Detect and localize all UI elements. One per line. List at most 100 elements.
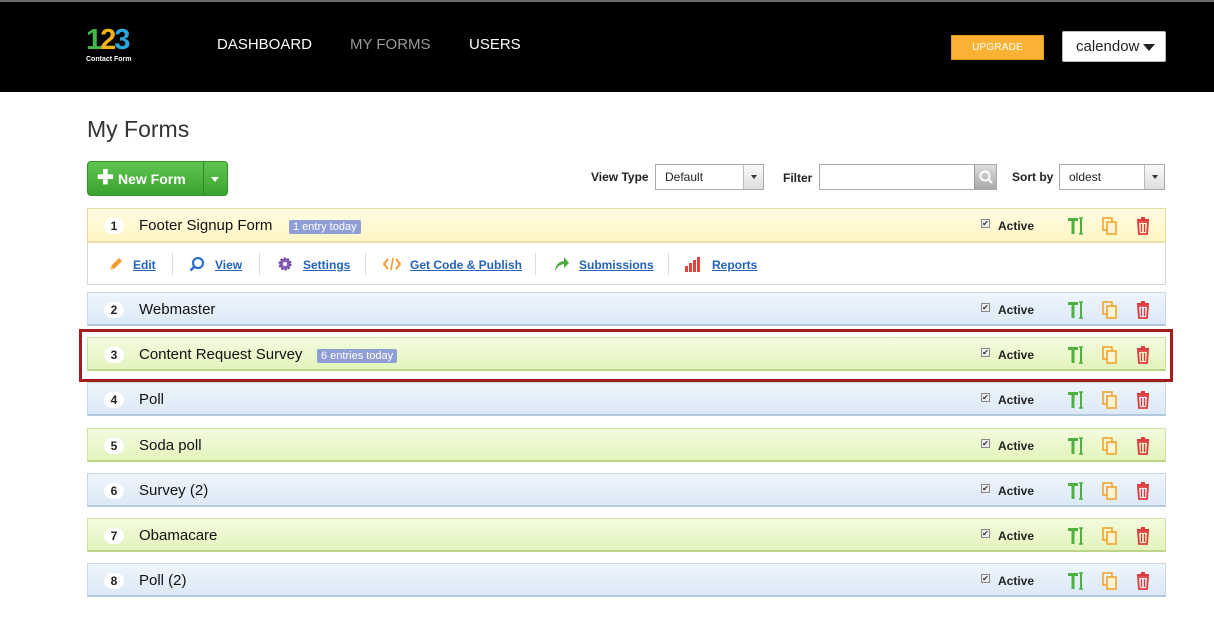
active-checkbox[interactable]: ✔ xyxy=(981,529,990,538)
active-checkbox[interactable]: ✔ xyxy=(981,439,990,448)
trash-icon[interactable] xyxy=(1134,436,1152,456)
select-arrow-icon[interactable] xyxy=(1144,165,1164,189)
action-view-link[interactable]: View xyxy=(215,258,242,272)
select-arrow-icon[interactable] xyxy=(743,165,763,189)
new-form-button[interactable]: ✚ New Form xyxy=(87,161,228,196)
action-edit-link[interactable]: Edit xyxy=(133,258,156,272)
trash-icon[interactable] xyxy=(1134,390,1152,410)
form-number: 4 xyxy=(104,392,124,408)
action-reports-link[interactable]: Reports xyxy=(712,258,757,272)
sort-select[interactable]: oldest xyxy=(1059,164,1165,190)
active-checkbox[interactable]: ✔ xyxy=(981,484,990,493)
search-button[interactable] xyxy=(974,165,996,189)
text-format-icon[interactable] xyxy=(1067,390,1085,410)
text-format-icon[interactable] xyxy=(1067,216,1085,236)
bar-chart-icon xyxy=(685,257,700,272)
form-number: 5 xyxy=(104,438,124,454)
sort-label: Sort by xyxy=(1012,170,1054,184)
user-name: calendow xyxy=(1076,38,1140,55)
trash-icon[interactable] xyxy=(1134,571,1152,591)
page-title: My Forms xyxy=(87,116,190,142)
pencil-icon xyxy=(110,258,122,270)
form-row[interactable]: 7 Obamacare ✔ Active xyxy=(87,518,1166,552)
filter-label: Filter xyxy=(783,171,813,185)
text-format-icon[interactable] xyxy=(1067,436,1085,456)
form-number: 7 xyxy=(104,528,124,544)
logo[interactable]: 1 2 3 Contact Form xyxy=(86,26,148,68)
nav-dashboard[interactable]: DASHBOARD xyxy=(217,36,312,53)
divider xyxy=(535,253,536,275)
active-label: Active xyxy=(998,393,1035,407)
sort-value: oldest xyxy=(1069,170,1102,184)
action-get-code-link[interactable]: Get Code & Publish xyxy=(410,258,522,272)
action-submissions-link[interactable]: Submissions xyxy=(579,258,654,272)
copy-icon[interactable] xyxy=(1101,390,1119,410)
active-checkbox[interactable]: ✔ xyxy=(981,393,990,402)
form-name[interactable]: Webmaster xyxy=(139,301,215,318)
form-name[interactable]: Soda poll xyxy=(139,437,202,454)
active-label: Active xyxy=(998,439,1035,453)
user-menu[interactable]: calendow xyxy=(1062,31,1166,62)
divider xyxy=(668,253,669,275)
form-row[interactable]: 6 Survey (2) ✔ Active xyxy=(87,473,1166,507)
copy-icon[interactable] xyxy=(1101,436,1119,456)
entries-badge: 1 entry today xyxy=(289,220,361,234)
nav-my-forms[interactable]: MY FORMS xyxy=(350,36,431,53)
code-icon xyxy=(383,257,401,271)
gear-icon xyxy=(278,257,292,271)
form-name[interactable]: Poll (2) xyxy=(139,572,187,589)
active-label: Active xyxy=(998,303,1035,317)
copy-icon[interactable] xyxy=(1101,526,1119,546)
logo-digit-2: 2 xyxy=(100,24,116,56)
active-label: Active xyxy=(998,529,1035,543)
caret-down-icon xyxy=(1143,44,1155,51)
active-checkbox[interactable]: ✔ xyxy=(981,574,990,583)
search-icon xyxy=(979,170,993,184)
logo-digits: 1 2 3 xyxy=(86,26,148,55)
copy-icon[interactable] xyxy=(1101,216,1119,236)
form-row[interactable]: 1 Footer Signup Form 1 entry today ✔ Active xyxy=(87,208,1166,243)
nav-users[interactable]: USERS xyxy=(469,36,521,53)
copy-icon[interactable] xyxy=(1101,571,1119,591)
logo-digit-3: 3 xyxy=(114,24,130,56)
form-name[interactable]: Footer Signup Form xyxy=(139,217,272,234)
text-format-icon[interactable] xyxy=(1067,481,1085,501)
magnifier-icon xyxy=(189,256,205,272)
form-actions-bar: Edit View Settings Get Code & Publish Su… xyxy=(87,243,1166,285)
form-row[interactable]: 5 Soda poll ✔ Active xyxy=(87,428,1166,462)
form-row[interactable]: 2 Webmaster ✔ Active xyxy=(87,292,1166,326)
trash-icon[interactable] xyxy=(1134,526,1152,546)
active-checkbox[interactable]: ✔ xyxy=(981,303,990,312)
trash-icon[interactable] xyxy=(1134,216,1152,236)
logo-digit-1: 1 xyxy=(86,24,102,56)
copy-icon[interactable] xyxy=(1101,481,1119,501)
form-row[interactable]: 8 Poll (2) ✔ Active xyxy=(87,563,1166,597)
filter-input[interactable] xyxy=(819,164,997,190)
view-type-value: Default xyxy=(665,170,704,184)
divider xyxy=(365,253,366,275)
text-format-icon[interactable] xyxy=(1067,571,1085,591)
active-checkbox[interactable]: ✔ xyxy=(981,219,990,228)
active-label: Active xyxy=(998,219,1035,233)
text-format-icon[interactable] xyxy=(1067,300,1085,320)
form-number: 1 xyxy=(104,218,124,234)
form-number: 2 xyxy=(104,302,124,318)
view-type-select[interactable]: Default xyxy=(655,164,764,190)
dropdown-arrow-icon[interactable] xyxy=(211,177,219,182)
action-settings-link[interactable]: Settings xyxy=(303,258,350,272)
trash-icon[interactable] xyxy=(1134,300,1152,320)
divider xyxy=(259,253,260,275)
text-format-icon[interactable] xyxy=(1067,526,1085,546)
active-label: Active xyxy=(998,484,1035,498)
form-name[interactable]: Survey (2) xyxy=(139,482,208,499)
active-label: Active xyxy=(998,574,1035,588)
copy-icon[interactable] xyxy=(1101,300,1119,320)
form-row[interactable]: 4 Poll ✔ Active xyxy=(87,382,1166,416)
form-name[interactable]: Obamacare xyxy=(139,527,217,544)
logo-subtitle: Contact Form xyxy=(86,56,132,63)
trash-icon[interactable] xyxy=(1134,481,1152,501)
upgrade-button[interactable]: UPGRADE xyxy=(951,35,1044,60)
arrow-icon xyxy=(555,257,569,271)
form-number: 8 xyxy=(104,573,124,589)
form-name[interactable]: Poll xyxy=(139,391,164,408)
